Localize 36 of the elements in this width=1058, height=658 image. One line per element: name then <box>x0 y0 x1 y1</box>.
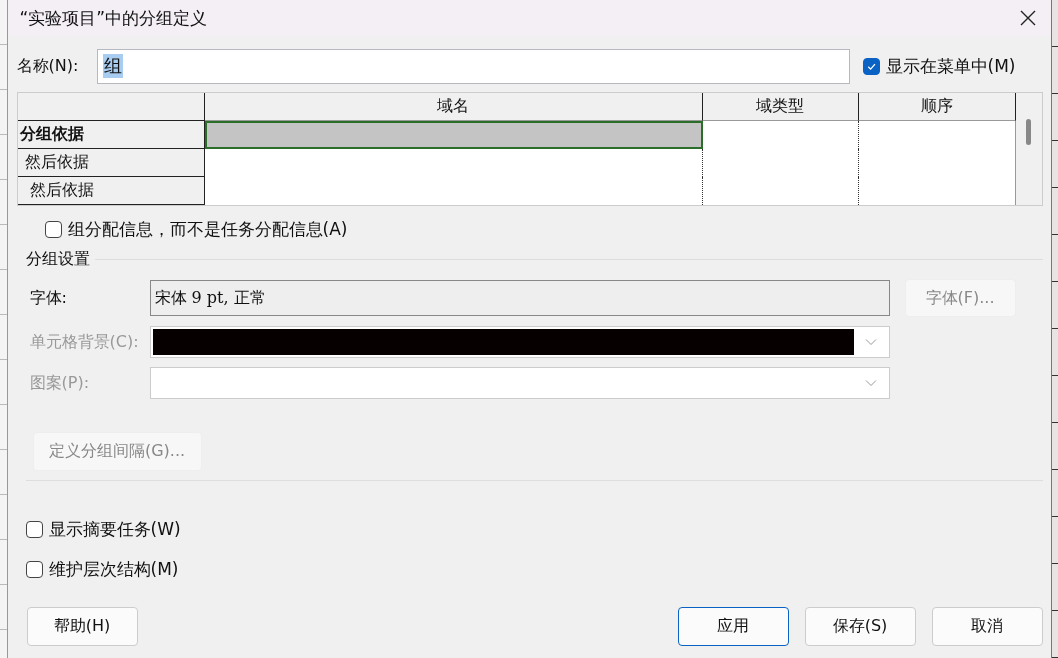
table-cell[interactable] <box>858 121 1016 149</box>
checkbox-label: 显示摘要任务(W) <box>48 518 181 541</box>
name-label: 名称(N): <box>16 55 80 77</box>
table-cell[interactable] <box>204 149 703 177</box>
checkbox-label: 显示在菜单中(M) <box>885 54 1016 78</box>
window-title: “实验项目”中的分组定义 <box>19 6 208 30</box>
table-cell[interactable] <box>702 177 859 205</box>
checkbox[interactable] <box>44 221 62 238</box>
dialog-button[interactable]: 取消 <box>931 607 1043 646</box>
cell-background-label: 单元格背景(C): <box>28 331 140 353</box>
scrollbar-thumb[interactable] <box>1025 119 1031 145</box>
checkbox[interactable] <box>862 57 880 75</box>
help-button[interactable]: 帮助(H) <box>26 607 138 646</box>
font-label: 字体: <box>28 287 68 309</box>
chevron-down-icon[interactable] <box>864 338 877 346</box>
row-header[interactable]: 然后依据 <box>17 149 205 177</box>
name-field[interactable]: 组 <box>96 48 850 84</box>
row-header[interactable]: 分组依据 <box>17 121 205 149</box>
dialog-button[interactable]: 应用 <box>677 607 789 646</box>
section-title: 分组设置 <box>25 249 90 270</box>
checkbox[interactable] <box>25 521 43 538</box>
pattern-label: 图案(P): <box>28 372 91 394</box>
table-cell[interactable] <box>204 121 703 149</box>
checkbox[interactable] <box>25 561 43 578</box>
checkbox-label: 维护层次结构(M) <box>48 558 179 581</box>
row-header[interactable]: 然后依据 <box>17 177 205 205</box>
close-icon[interactable] <box>1019 10 1036 26</box>
pattern-dropdown[interactable] <box>149 367 890 399</box>
cell-background-dropdown[interactable] <box>149 326 890 358</box>
table-cell[interactable] <box>204 177 703 205</box>
table-cell[interactable] <box>858 177 1016 205</box>
dialog-button[interactable]: 保存(S) <box>804 607 916 646</box>
chevron-down-icon[interactable] <box>864 379 877 387</box>
font-field: 宋体 9 pt, 正常 <box>149 280 890 316</box>
table-cell[interactable] <box>702 121 859 149</box>
checkbox-label: 组分配信息，而不是任务分配信息(A) <box>67 218 348 241</box>
